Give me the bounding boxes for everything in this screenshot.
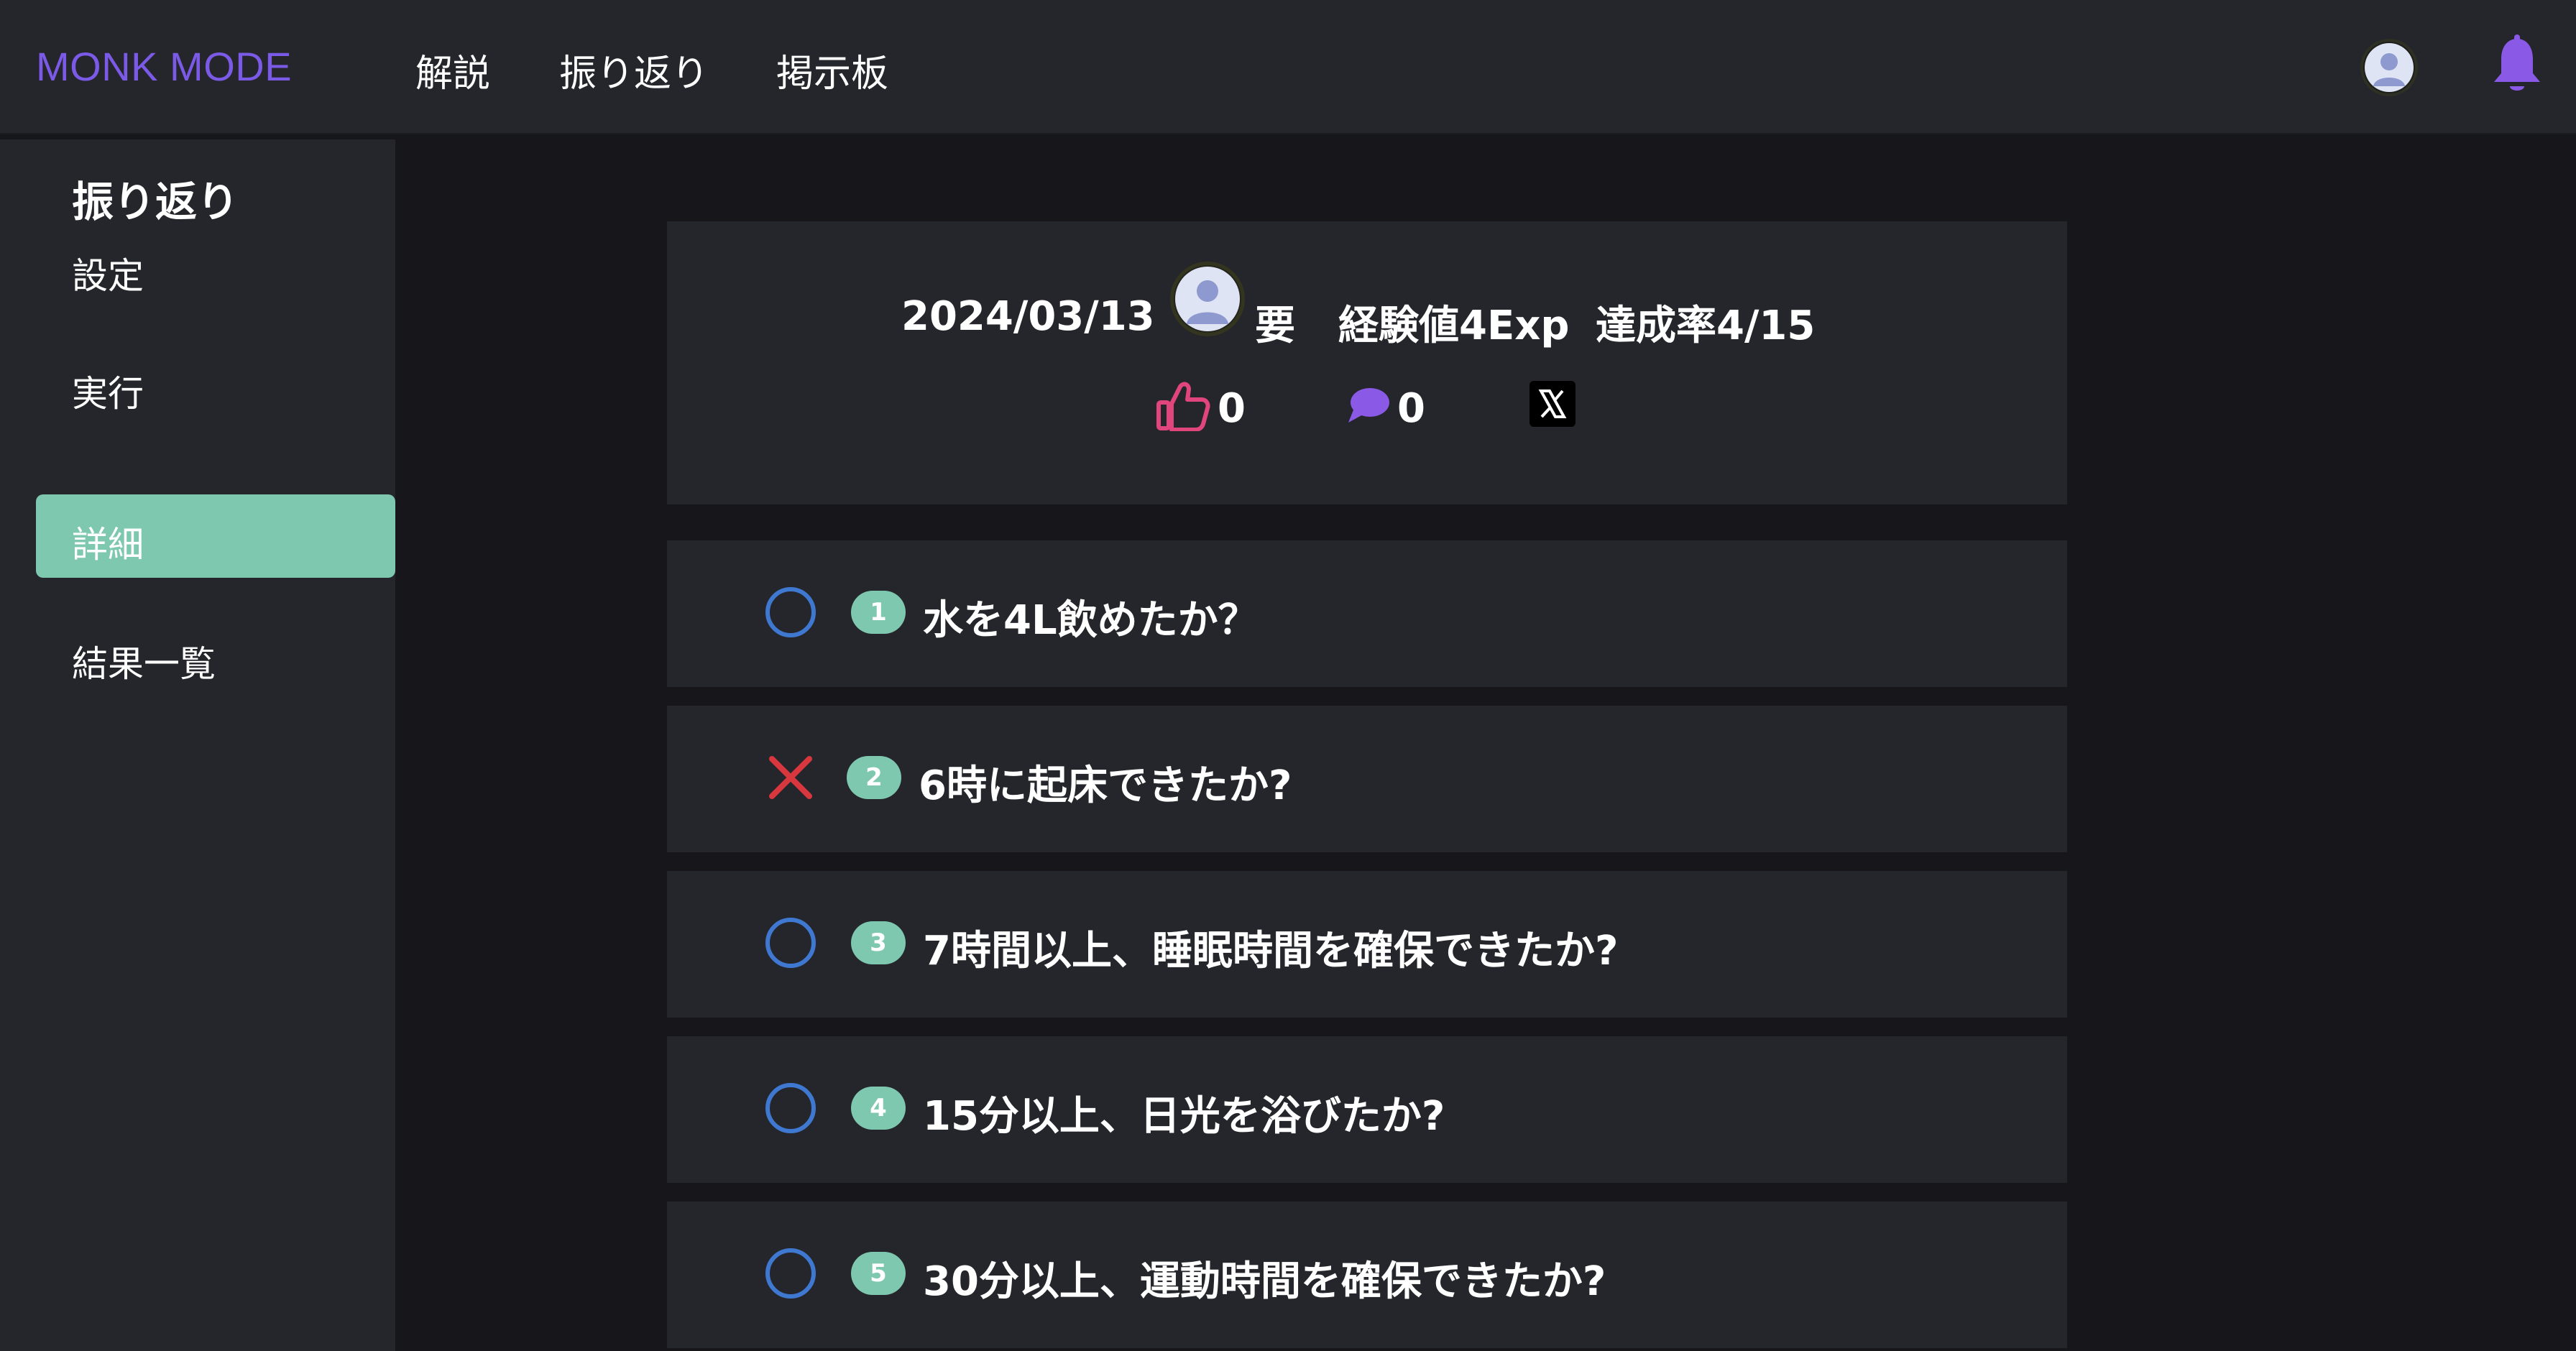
sidebar-item-settings[interactable]: 設定: [36, 226, 395, 309]
question-number-badge: 1: [851, 591, 906, 634]
sidebar-item-label: 実行: [72, 373, 144, 415]
nav-link-guide[interactable]: 解説: [415, 43, 490, 97]
list-item[interactable]: 1 水を4L飲めたか？: [667, 540, 2067, 687]
x-logo-icon[interactable]: [1530, 381, 1576, 427]
sidebar-item-execute[interactable]: 実行: [36, 343, 395, 427]
summary-card: 2024/03/13 要 経験値4Exp 達成率4/15 0 0: [667, 221, 2067, 504]
circle-icon[interactable]: [765, 1248, 816, 1299]
circle-icon[interactable]: [765, 1082, 816, 1134]
list-item[interactable]: 4 15分以上、日光を浴びたか?: [667, 1036, 2067, 1183]
question-text: 15分以上、日光を浴びたか?: [923, 1093, 1445, 1140]
top-navbar: MONK MODE 解説 振り返り 掲示板: [0, 0, 2576, 134]
question-number-badge: 5: [851, 1252, 906, 1295]
list-item[interactable]: 2 6時に起床できたか?: [667, 706, 2067, 852]
sidebar-item-label: 結果一覧: [72, 643, 216, 685]
list-item[interactable]: 3 7時間以上、睡眠時間を確保できたか?: [667, 871, 2067, 1018]
nav-link-review[interactable]: 振り返り: [559, 43, 709, 97]
thumbs-up-icon[interactable]: [1156, 381, 1210, 432]
sidebar-item-label: 設定: [72, 255, 144, 297]
bell-icon[interactable]: [2488, 34, 2546, 99]
list-item[interactable]: 5 30分以上、運動時間を確保できたか?: [667, 1202, 2067, 1348]
brand-logo[interactable]: MONK MODE: [36, 43, 292, 90]
like-count: 0: [1218, 385, 1246, 432]
question-text: 30分以上、運動時間を確保できたか?: [923, 1258, 1606, 1305]
sidebar-item-results[interactable]: 結果一覧: [36, 614, 395, 697]
comment-count: 0: [1397, 385, 1425, 432]
question-text: 水を4L飲めたか？: [923, 597, 1259, 644]
experience-points: 経験値4Exp: [1338, 303, 1570, 349]
question-number-badge: 4: [851, 1087, 906, 1130]
sidebar-title: 振り返り: [72, 177, 239, 226]
user-avatar-icon[interactable]: [2360, 39, 2418, 96]
nav-link-board[interactable]: 掲示板: [776, 43, 888, 97]
achievement-rate: 達成率4/15: [1596, 303, 1816, 349]
user-avatar-icon[interactable]: [1170, 262, 1245, 336]
comment-icon[interactable]: [1347, 385, 1390, 425]
question-number-badge: 2: [847, 756, 901, 799]
question-text: 6時に起床できたか?: [919, 762, 1292, 809]
sidebar-item-details[interactable]: 詳細: [36, 494, 395, 578]
record-date: 2024/03/13: [901, 293, 1155, 340]
sidebar-item-label: 詳細: [72, 524, 144, 566]
sidebar: 振り返り 設定 実行 詳細 結果一覧: [0, 139, 395, 1351]
cross-icon[interactable]: [765, 752, 816, 803]
circle-icon[interactable]: [765, 586, 816, 638]
circle-icon[interactable]: [765, 917, 816, 969]
question-number-badge: 3: [851, 921, 906, 964]
user-name[interactable]: 要: [1255, 293, 1295, 351]
question-text: 7時間以上、睡眠時間を確保できたか?: [923, 928, 1619, 974]
